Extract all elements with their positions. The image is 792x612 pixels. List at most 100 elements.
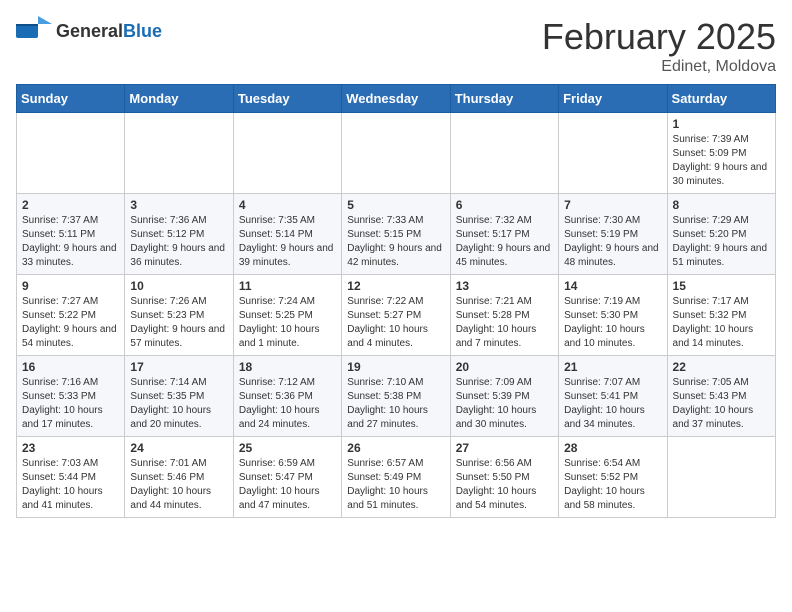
calendar-day-cell: 14 Sunrise: 7:19 AM Sunset: 5:30 PM Dayli… xyxy=(559,275,667,356)
day-info: Sunrise: 7:27 AM Sunset: 5:22 PM Dayligh… xyxy=(22,295,119,351)
day-number: 8 xyxy=(673,198,770,212)
calendar-day-cell xyxy=(559,113,667,194)
calendar-day-cell: 26Sunrise: 6:57 AM Sunset: 5:49 PM Dayli… xyxy=(342,437,450,518)
day-number: 22 xyxy=(673,360,770,374)
day-number: 28 xyxy=(564,441,661,455)
day-info: Sunrise: 7:35 AM Sunset: 5:14 PM Dayligh… xyxy=(239,214,336,270)
calendar-week-row: 23 Sunrise: 7:03 AM Sunset: 5:44 PM Dayli… xyxy=(17,437,776,518)
calendar-location: Edinet, Moldova xyxy=(542,58,776,76)
day-number: 23 xyxy=(22,441,119,455)
day-info: Sunrise: 6:59 AM Sunset: 5:47 PM Dayligh… xyxy=(239,457,336,513)
day-info: Sunrise: 7:05 AM Sunset: 5:43 PM Dayligh… xyxy=(673,376,770,432)
calendar-body: 1 Sunrise: 7:39 AM Sunset: 5:09 PM Daylig… xyxy=(17,113,776,518)
day-info: Sunrise: 7:07 AM Sunset: 5:41 PM Dayligh… xyxy=(564,376,661,432)
day-number: 10 xyxy=(130,279,227,293)
day-number: 4 xyxy=(239,198,336,212)
weekday-header-cell: Friday xyxy=(559,85,667,113)
calendar-day-cell: 7 Sunrise: 7:30 AM Sunset: 5:19 PM Daylig… xyxy=(559,194,667,275)
day-number: 1 xyxy=(673,117,770,131)
day-number: 5 xyxy=(347,198,444,212)
day-number: 18 xyxy=(239,360,336,374)
day-info: Sunrise: 7:09 AM Sunset: 5:39 PM Dayligh… xyxy=(456,376,553,432)
day-number: 6 xyxy=(456,198,553,212)
day-number: 21 xyxy=(564,360,661,374)
calendar-day-cell xyxy=(667,437,775,518)
logo: GeneralBlue xyxy=(16,16,162,46)
calendar-day-cell: 22 Sunrise: 7:05 AM Sunset: 5:43 PM Dayli… xyxy=(667,356,775,437)
day-info: Sunrise: 6:54 AM Sunset: 5:52 PM Dayligh… xyxy=(564,457,661,513)
calendar-day-cell: 23 Sunrise: 7:03 AM Sunset: 5:44 PM Dayli… xyxy=(17,437,125,518)
day-info: Sunrise: 7:24 AM Sunset: 5:25 PM Dayligh… xyxy=(239,295,336,351)
day-number: 20 xyxy=(456,360,553,374)
day-info: Sunrise: 7:39 AM Sunset: 5:09 PM Dayligh… xyxy=(673,133,770,189)
calendar-day-cell: 4 Sunrise: 7:35 AM Sunset: 5:14 PM Daylig… xyxy=(233,194,341,275)
day-number: 25 xyxy=(239,441,336,455)
day-info: Sunrise: 7:29 AM Sunset: 5:20 PM Dayligh… xyxy=(673,214,770,270)
day-info: Sunrise: 6:56 AM Sunset: 5:50 PM Dayligh… xyxy=(456,457,553,513)
day-info: Sunrise: 7:19 AM Sunset: 5:30 PM Dayligh… xyxy=(564,295,661,351)
logo-icon xyxy=(16,16,52,46)
day-number: 11 xyxy=(239,279,336,293)
calendar-day-cell xyxy=(17,113,125,194)
calendar-week-row: 9 Sunrise: 7:27 AM Sunset: 5:22 PM Daylig… xyxy=(17,275,776,356)
calendar-day-cell: 9 Sunrise: 7:27 AM Sunset: 5:22 PM Daylig… xyxy=(17,275,125,356)
calendar-day-cell: 28 Sunrise: 6:54 AM Sunset: 5:52 PM Dayli… xyxy=(559,437,667,518)
day-number: 9 xyxy=(22,279,119,293)
day-number: 7 xyxy=(564,198,661,212)
day-info: Sunrise: 7:36 AM Sunset: 5:12 PM Dayligh… xyxy=(130,214,227,270)
day-info: Sunrise: 7:37 AM Sunset: 5:11 PM Dayligh… xyxy=(22,214,119,270)
day-number: 3 xyxy=(130,198,227,212)
day-info: Sunrise: 7:03 AM Sunset: 5:44 PM Dayligh… xyxy=(22,457,119,513)
calendar-day-cell xyxy=(125,113,233,194)
calendar-day-cell: 20 Sunrise: 7:09 AM Sunset: 5:39 PM Dayli… xyxy=(450,356,558,437)
weekday-header-cell: Wednesday xyxy=(342,85,450,113)
day-number: 17 xyxy=(130,360,227,374)
calendar-day-cell: 17Sunrise: 7:14 AM Sunset: 5:35 PM Dayli… xyxy=(125,356,233,437)
calendar-title: February 2025 xyxy=(542,16,776,58)
day-info: Sunrise: 7:32 AM Sunset: 5:17 PM Dayligh… xyxy=(456,214,553,270)
day-info: Sunrise: 7:22 AM Sunset: 5:27 PM Dayligh… xyxy=(347,295,444,351)
day-info: Sunrise: 7:17 AM Sunset: 5:32 PM Dayligh… xyxy=(673,295,770,351)
weekday-header-cell: Tuesday xyxy=(233,85,341,113)
day-info: Sunrise: 7:12 AM Sunset: 5:36 PM Dayligh… xyxy=(239,376,336,432)
calendar-day-cell: 12Sunrise: 7:22 AM Sunset: 5:27 PM Dayli… xyxy=(342,275,450,356)
title-area: February 2025 Edinet, Moldova xyxy=(542,16,776,76)
day-info: Sunrise: 7:33 AM Sunset: 5:15 PM Dayligh… xyxy=(347,214,444,270)
logo-text: GeneralBlue xyxy=(56,21,162,42)
calendar-day-cell: 2 Sunrise: 7:37 AM Sunset: 5:11 PM Daylig… xyxy=(17,194,125,275)
day-number: 27 xyxy=(456,441,553,455)
calendar-day-cell: 13 Sunrise: 7:21 AM Sunset: 5:28 PM Dayli… xyxy=(450,275,558,356)
weekday-header-cell: Monday xyxy=(125,85,233,113)
day-number: 19 xyxy=(347,360,444,374)
weekday-header-row: SundayMondayTuesdayWednesdayThursdayFrid… xyxy=(17,85,776,113)
page-header: GeneralBlue February 2025 Edinet, Moldov… xyxy=(16,16,776,76)
day-number: 15 xyxy=(673,279,770,293)
day-info: Sunrise: 7:30 AM Sunset: 5:19 PM Dayligh… xyxy=(564,214,661,270)
calendar-day-cell: 24 Sunrise: 7:01 AM Sunset: 5:46 PM Dayli… xyxy=(125,437,233,518)
calendar-day-cell: 15 Sunrise: 7:17 AM Sunset: 5:32 PM Dayli… xyxy=(667,275,775,356)
calendar-day-cell: 10 Sunrise: 7:26 AM Sunset: 5:23 PM Dayli… xyxy=(125,275,233,356)
day-info: Sunrise: 7:21 AM Sunset: 5:28 PM Dayligh… xyxy=(456,295,553,351)
calendar-day-cell: 11 Sunrise: 7:24 AM Sunset: 5:25 PM Dayli… xyxy=(233,275,341,356)
calendar-day-cell: 3 Sunrise: 7:36 AM Sunset: 5:12 PM Daylig… xyxy=(125,194,233,275)
day-info: Sunrise: 7:10 AM Sunset: 5:38 PM Dayligh… xyxy=(347,376,444,432)
day-number: 16 xyxy=(22,360,119,374)
day-number: 24 xyxy=(130,441,227,455)
calendar-day-cell: 25 Sunrise: 6:59 AM Sunset: 5:47 PM Dayli… xyxy=(233,437,341,518)
day-info: Sunrise: 7:16 AM Sunset: 5:33 PM Dayligh… xyxy=(22,376,119,432)
calendar-week-row: 16 Sunrise: 7:16 AM Sunset: 5:33 PM Dayli… xyxy=(17,356,776,437)
day-number: 13 xyxy=(456,279,553,293)
weekday-header-cell: Sunday xyxy=(17,85,125,113)
calendar-day-cell: 21 Sunrise: 7:07 AM Sunset: 5:41 PM Dayli… xyxy=(559,356,667,437)
calendar-table: SundayMondayTuesdayWednesdayThursdayFrid… xyxy=(16,84,776,518)
calendar-day-cell: 19 Sunrise: 7:10 AM Sunset: 5:38 PM Dayli… xyxy=(342,356,450,437)
day-info: Sunrise: 7:01 AM Sunset: 5:46 PM Dayligh… xyxy=(130,457,227,513)
day-info: Sunrise: 7:26 AM Sunset: 5:23 PM Dayligh… xyxy=(130,295,227,351)
calendar-day-cell: 5 Sunrise: 7:33 AM Sunset: 5:15 PM Daylig… xyxy=(342,194,450,275)
calendar-week-row: 1 Sunrise: 7:39 AM Sunset: 5:09 PM Daylig… xyxy=(17,113,776,194)
calendar-day-cell: 6 Sunrise: 7:32 AM Sunset: 5:17 PM Daylig… xyxy=(450,194,558,275)
calendar-day-cell: 18 Sunrise: 7:12 AM Sunset: 5:36 PM Dayli… xyxy=(233,356,341,437)
calendar-day-cell: 27 Sunrise: 6:56 AM Sunset: 5:50 PM Dayli… xyxy=(450,437,558,518)
day-number: 14 xyxy=(564,279,661,293)
day-number: 2 xyxy=(22,198,119,212)
